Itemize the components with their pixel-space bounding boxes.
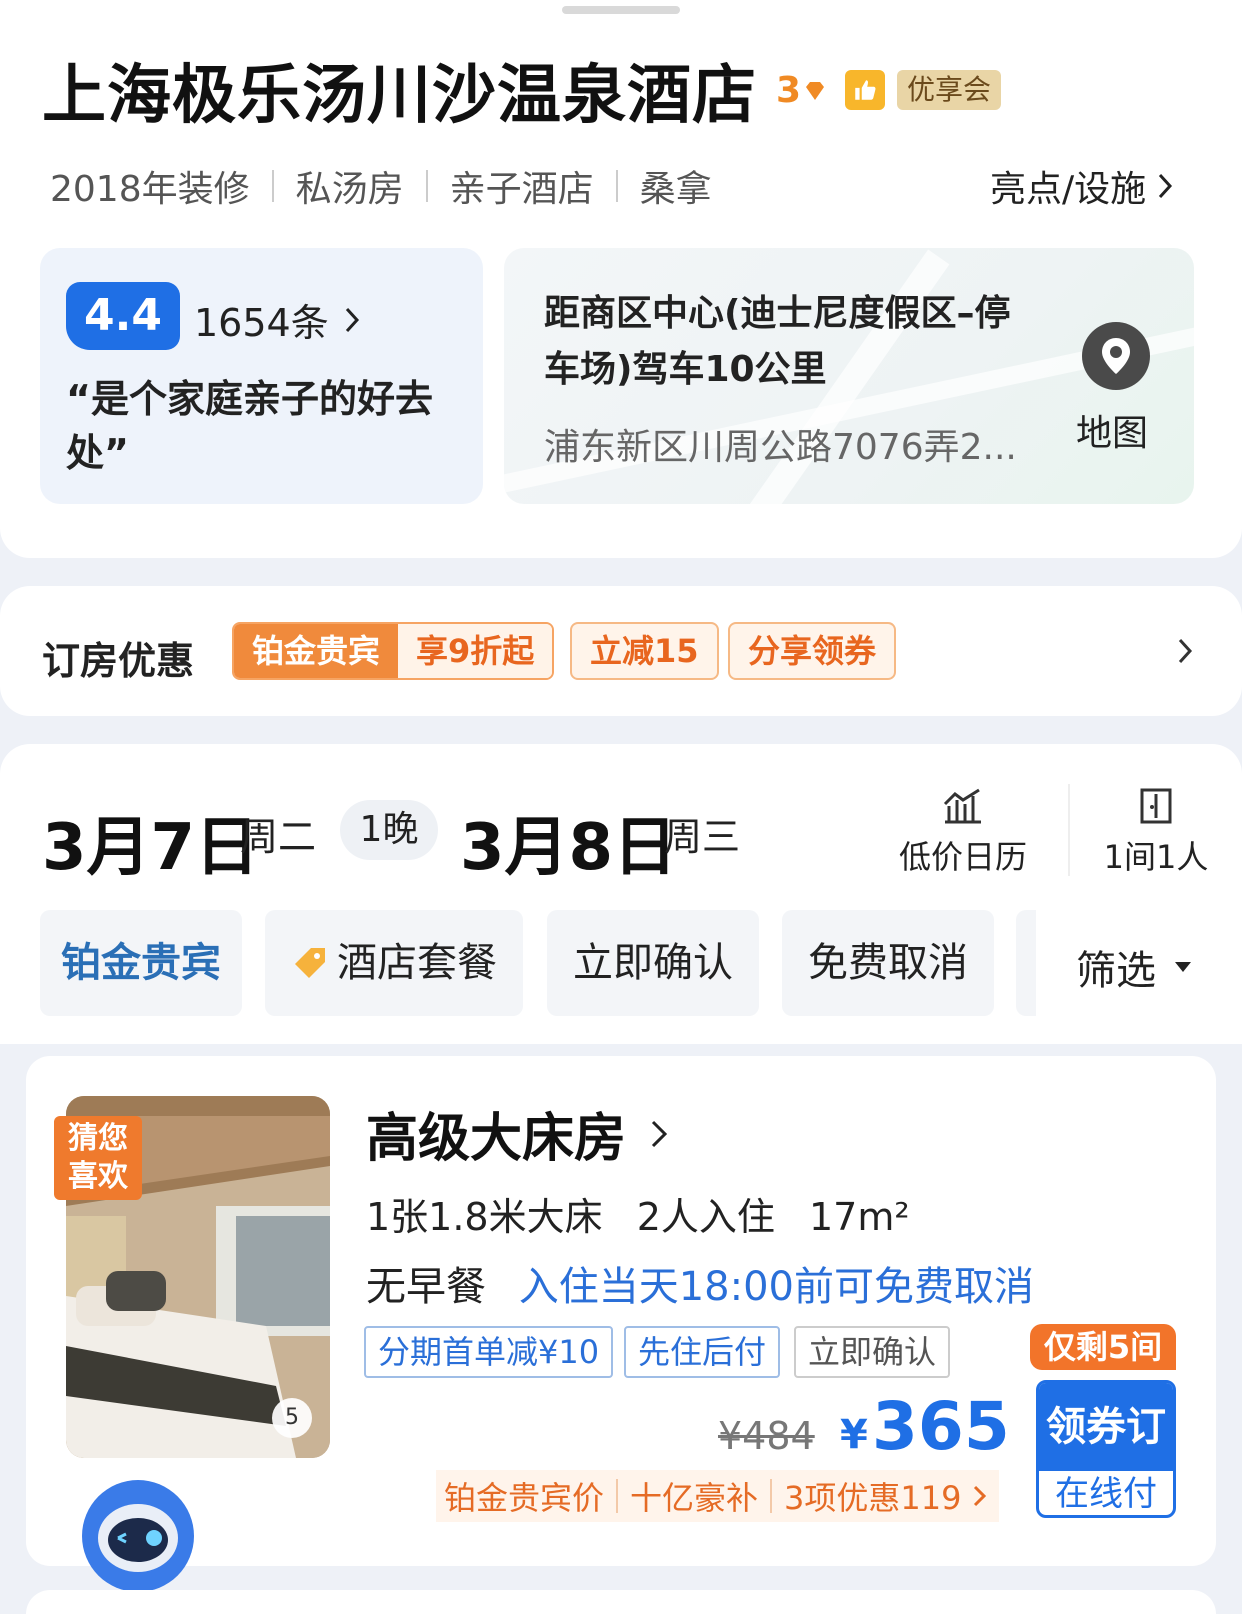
door-icon <box>1140 788 1172 824</box>
filter-hotel-package[interactable]: 酒店套餐 <box>265 910 523 1016</box>
chevron-right-icon <box>345 307 359 332</box>
star-rating: 3 <box>776 70 827 111</box>
review-quote: “是个家庭亲子的好去处” <box>66 377 433 475</box>
facilities-label: 亮点/设施 <box>990 169 1147 210</box>
image-count: 5 <box>272 1398 312 1438</box>
installment-tag: 分期首单减¥10 <box>364 1326 614 1378</box>
tag-divider <box>271 170 274 202</box>
thumb-up-icon <box>845 70 885 110</box>
chevron-right-icon <box>651 1120 668 1147</box>
tag-divider <box>425 170 428 202</box>
caret-down-icon <box>1175 962 1191 972</box>
meal-info: 无早餐 <box>366 1264 486 1310</box>
room-policy: 无早餐 入住当天18:00前可免费取消 <box>366 1254 1034 1312</box>
promo-title: 订房优惠 <box>42 639 195 683</box>
checkout-weekday: 周三 <box>664 815 741 859</box>
chevron-right-icon <box>1159 173 1173 199</box>
calendar-label: 低价日历 <box>898 838 1027 876</box>
book-label: 领券订 <box>1039 1383 1173 1471</box>
chevron-right-icon <box>974 1485 987 1507</box>
price-chart-icon <box>943 788 981 824</box>
scarcity-badge: 仅剩5间 <box>1030 1324 1176 1370</box>
chevron-right-icon[interactable] <box>1172 634 1198 668</box>
instant-cut-badge: 立减15 <box>570 622 719 680</box>
room-specs: 1张1.8米大床 2人入住 17m² <box>366 1186 910 1241</box>
review-count: 1654条 <box>194 301 329 345</box>
filter-instant-confirm[interactable]: 立即确认 <box>547 910 759 1016</box>
cancel-policy[interactable]: 入住当天18:00前可免费取消 <box>519 1264 1034 1310</box>
hotel-tag: 亲子酒店 <box>449 169 594 210</box>
review-score: 4.4 <box>66 282 180 350</box>
room-name: 高级大床房 <box>366 1109 627 1169</box>
filter-select-label: 筛选 <box>1076 948 1156 994</box>
platinum-label: 铂金贵宾 <box>234 624 399 678</box>
pay-label: 在线付 <box>1055 1474 1157 1514</box>
checkin-weekday: 周二 <box>240 815 317 859</box>
benefit-divider <box>616 1479 619 1513</box>
map-pin-icon[interactable] <box>1082 322 1150 390</box>
pay-later-tag: 先住后付 <box>624 1326 781 1378</box>
facilities-link[interactable]: 亮点/设施 <box>990 160 1178 212</box>
checkin-date[interactable]: 3月7日 <box>42 796 259 888</box>
hotel-name: 上海极乐汤川沙温泉酒店 <box>42 59 757 133</box>
hotel-tag: 桑拿 <box>639 169 712 210</box>
benefit-item: 铂金贵宾价 <box>444 1479 605 1517</box>
benefit-item: 十亿豪补 <box>630 1479 759 1517</box>
diamond-icon <box>806 81 825 100</box>
platinum-discount: 享9折起 <box>398 624 553 678</box>
price-benefits[interactable]: 铂金贵宾价 十亿豪补 3项优惠119 <box>436 1470 1000 1522</box>
filter-platinum[interactable]: 铂金贵宾 <box>40 910 242 1016</box>
nights-count: 1晚 <box>340 800 438 860</box>
drag-handle[interactable] <box>562 6 680 14</box>
room-name-link[interactable]: 高级大床房 <box>366 1096 674 1171</box>
area-info: 17m² <box>809 1195 910 1239</box>
platinum-promo-badge: 铂金贵宾 享9折起 <box>232 622 555 680</box>
filter-select-dropdown[interactable]: 筛选 <box>1076 938 1198 996</box>
share-coupon-badge: 分享领券 <box>728 622 897 680</box>
bed-info: 1张1.8米大床 <box>366 1195 603 1239</box>
location-summary[interactable]: 距商区中心(迪士尼度假区–停车场)驾车10公里 浦东新区川周公路7076弄2..… <box>504 248 1194 504</box>
tag-icon <box>295 948 325 978</box>
next-room-card[interactable] <box>26 1590 1216 1614</box>
rooms-guests-label: 1间1人 <box>1103 838 1209 876</box>
benefit-item: 3项优惠119 <box>784 1479 962 1517</box>
tool-divider <box>1068 784 1070 876</box>
distance-text: 距商区中心(迪士尼度假区–停车场)驾车10公里 <box>544 293 1011 390</box>
star-level: 3 <box>776 70 802 111</box>
hotel-tags: 2018年装修 私汤房 亲子酒店 桑拿 <box>50 160 712 212</box>
currency-symbol: ¥ <box>840 1412 868 1458</box>
benefit-divider <box>770 1479 773 1513</box>
instant-confirm-tag: 立即确认 <box>794 1326 951 1378</box>
rooms-guests-button[interactable]: 1间1人 <box>1100 786 1212 878</box>
address-text: 浦东新区川周公路7076弄2... <box>544 427 1017 468</box>
book-button[interactable]: 领券订 在线付 <box>1036 1380 1176 1518</box>
guess-you-like-tag: 猜您喜欢 <box>54 1116 142 1200</box>
review-count-link[interactable]: 1654条 <box>194 292 365 347</box>
original-price: ¥484 <box>718 1414 815 1458</box>
occupancy-info: 2人入住 <box>636 1195 775 1239</box>
filter-overflow <box>1016 910 1036 1016</box>
current-price: 365 <box>872 1388 1010 1465</box>
hotel-tag: 私汤房 <box>295 169 404 210</box>
checkout-date[interactable]: 3月8日 <box>460 796 677 888</box>
filter-free-cancel[interactable]: 免费取消 <box>782 910 994 1016</box>
filter-hotel-package-label: 酒店套餐 <box>337 940 497 986</box>
member-badge: 优享会 <box>897 70 1002 110</box>
tag-divider <box>615 170 618 202</box>
map-label[interactable]: 地图 <box>1076 404 1148 456</box>
low-price-calendar-button[interactable]: 低价日历 <box>898 786 1028 878</box>
review-summary[interactable]: 4.4 1654条 “是个家庭亲子的好去处” <box>40 248 483 504</box>
hotel-tag: 2018年装修 <box>50 169 250 210</box>
